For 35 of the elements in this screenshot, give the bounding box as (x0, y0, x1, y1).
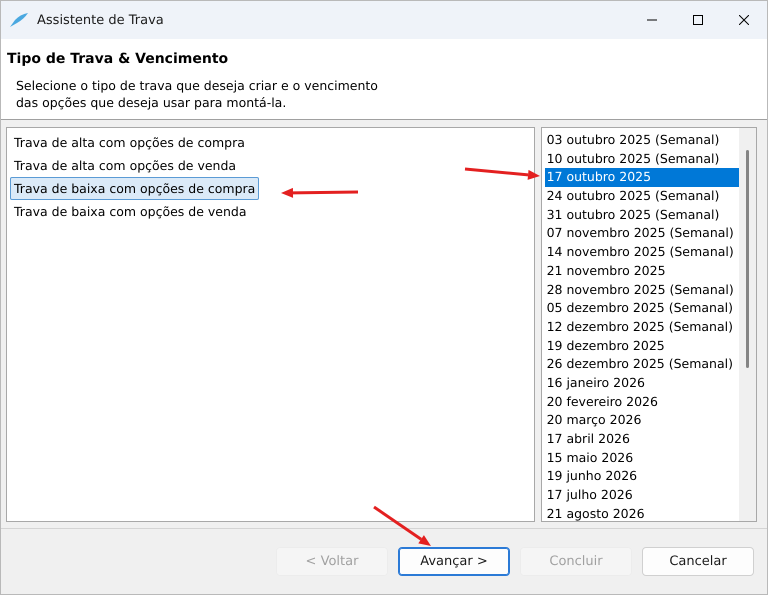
list-item[interactable]: Trava de baixa com opções de venda (10, 200, 250, 223)
list-item[interactable]: 03 outubro 2025 (Semanal) (544, 131, 739, 150)
list-item[interactable]: 12 dezembro 2025 (Semanal) (544, 318, 739, 337)
list-item[interactable]: 20 fevereiro 2026 (544, 392, 739, 412)
page-description: Selecione o tipo de trava que deseja criar e o vencimento das opções que deseja usar para montá-la. (16, 77, 379, 111)
list-item[interactable]: 21 agosto 2026 (544, 504, 739, 521)
list-item[interactable]: 19 junho 2026 (544, 467, 739, 486)
feather-icon (9, 12, 29, 28)
list-item[interactable]: 20 março 2026 (544, 411, 739, 430)
list-item[interactable]: 26 dezembro 2025 (Semanal) (544, 355, 739, 374)
list-item[interactable]: 05 dezembro 2025 (Semanal) (544, 299, 739, 318)
list-item[interactable]: 16 janeiro 2026 (544, 374, 739, 393)
list-item[interactable]: 24 outubro 2025 (Semanal) (544, 187, 739, 206)
list-item[interactable]: Trava de alta com opções de venda (10, 154, 240, 177)
wizard-button[interactable]: Avançar > (398, 547, 510, 576)
list-item[interactable]: 15 maio 2026 (544, 448, 739, 468)
scrollbar[interactable] (739, 128, 756, 521)
page-title: Tipo de Trava & Vencimento (7, 51, 230, 67)
list-item[interactable]: 31 outubro 2025 (Semanal) (544, 206, 739, 224)
close-icon[interactable] (739, 15, 749, 25)
list-item[interactable]: 14 novembro 2025 (Semanal) (544, 243, 739, 262)
list-item[interactable]: 17 julho 2026 (544, 486, 739, 505)
list-item[interactable]: 21 novembro 2025 (544, 262, 739, 280)
wizard-button[interactable]: Cancelar (642, 547, 754, 576)
annotation-arrow (373, 506, 431, 546)
list-item[interactable]: 07 novembro 2025 (Semanal) (544, 224, 739, 244)
list-item[interactable]: 10 outubro 2025 (Semanal) (544, 150, 739, 168)
list-item[interactable]: 17 abril 2026 (544, 430, 739, 449)
maximize-icon[interactable] (693, 15, 703, 25)
list-item[interactable]: Trava de alta com opções de compra (10, 131, 249, 154)
list-item[interactable]: Trava de baixa com opções de compra (10, 177, 260, 200)
window-title: Assistente de Trava (37, 12, 165, 28)
list-item[interactable]: 17 outubro 2025 (544, 168, 739, 188)
list-item[interactable]: 28 novembro 2025 (Semanal) (544, 280, 739, 300)
list-item[interactable]: 19 dezembro 2025 (544, 336, 739, 356)
